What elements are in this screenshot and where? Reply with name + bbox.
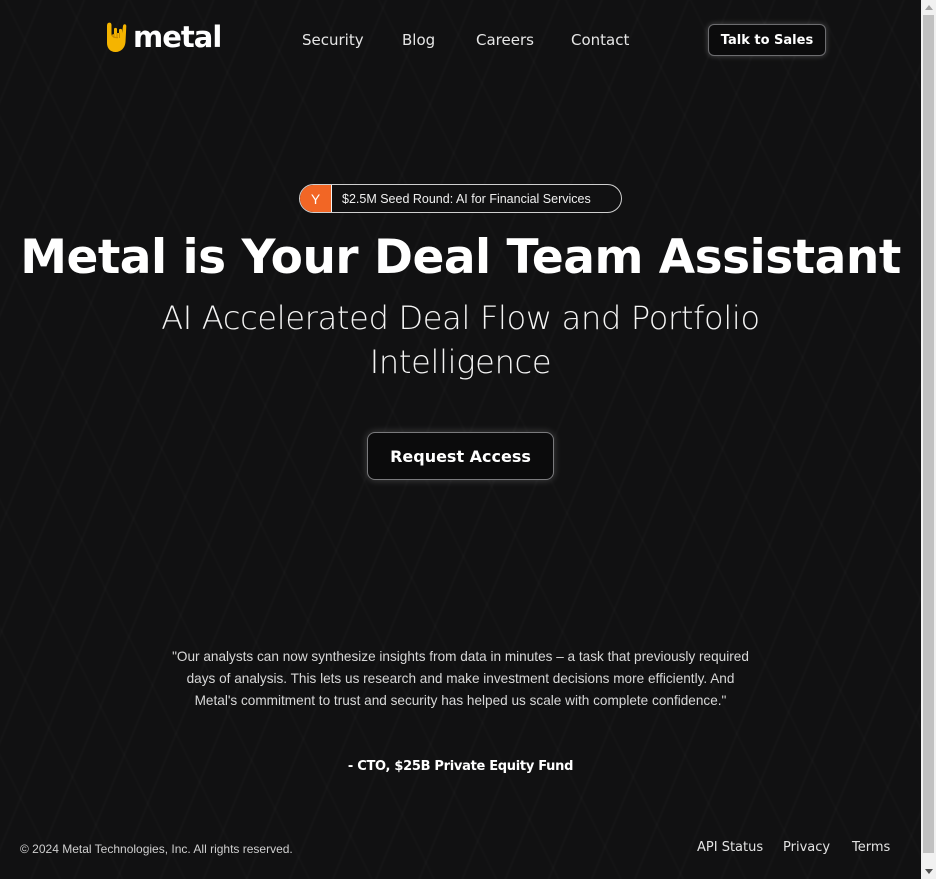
nav-link-blog[interactable]: Blog xyxy=(402,30,476,50)
nav-link-careers[interactable]: Careers xyxy=(476,30,571,50)
landing-page: metal Security Blog Careers Contact Talk… xyxy=(0,0,921,879)
seed-round-announcement[interactable]: Y $2.5M Seed Round: AI for Financial Ser… xyxy=(299,184,622,213)
scroll-up-arrow-icon[interactable] xyxy=(921,0,936,15)
scrollbar-thumb[interactable] xyxy=(923,15,934,853)
footer-link-api-status[interactable]: API Status xyxy=(697,839,783,857)
nav-link-security[interactable]: Security xyxy=(302,30,402,50)
hero-subtitle: AI Accelerated Deal Flow and Portfolio I… xyxy=(161,299,760,381)
request-access-button[interactable]: Request Access xyxy=(367,432,554,480)
copyright-text: © 2024 Metal Technologies, Inc. All righ… xyxy=(20,842,293,856)
footer-link-terms[interactable]: Terms xyxy=(852,839,890,857)
main-nav: Security Blog Careers Contact xyxy=(302,30,629,50)
nav-link-contact[interactable]: Contact xyxy=(571,30,629,50)
testimonial-quote: "Our analysts can now synthesize insight… xyxy=(172,649,749,708)
rock-hand-icon xyxy=(107,22,127,52)
footer-link-privacy[interactable]: Privacy xyxy=(783,839,852,857)
brand-logo[interactable]: metal xyxy=(103,20,222,54)
hero-title: Metal is Your Deal Team Assistant xyxy=(20,230,901,285)
announcement-text: $2.5M Seed Round: AI for Financial Servi… xyxy=(342,191,591,206)
testimonial-author: - CTO, $25B Private Equity Fund xyxy=(347,759,574,774)
y-combinator-icon: Y xyxy=(300,185,332,212)
talk-to-sales-button[interactable]: Talk to Sales xyxy=(708,24,826,56)
scroll-down-arrow-icon[interactable] xyxy=(921,864,936,879)
brand-name: metal xyxy=(133,20,222,54)
footer-links: API Status Privacy Terms xyxy=(697,839,890,857)
vertical-scrollbar[interactable] xyxy=(921,0,936,879)
